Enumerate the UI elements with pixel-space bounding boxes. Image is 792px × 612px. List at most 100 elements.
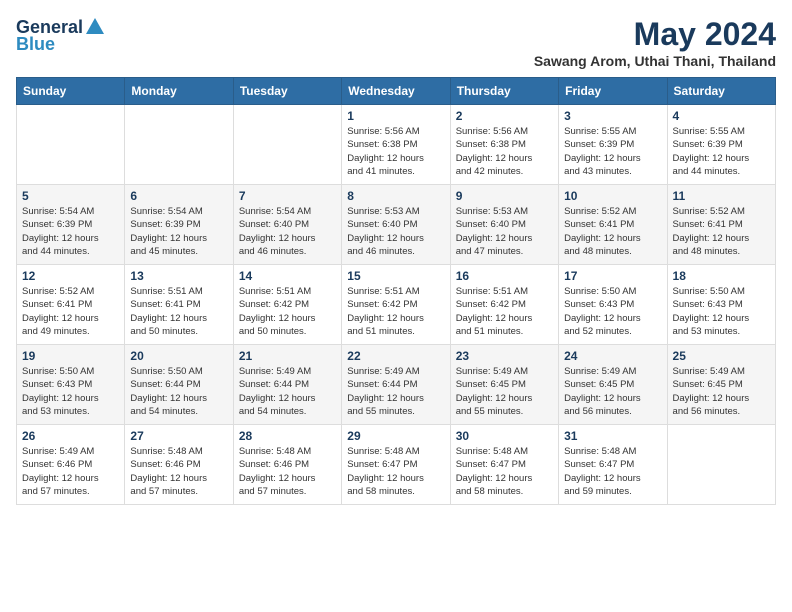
logo-icon	[84, 16, 106, 38]
day-info: Sunrise: 5:54 AMSunset: 6:39 PMDaylight:…	[22, 205, 119, 258]
day-number: 4	[673, 109, 770, 123]
col-friday: Friday	[559, 78, 667, 105]
day-number: 17	[564, 269, 661, 283]
page-header: General Blue May 2024 Sawang Arom, Uthai…	[16, 16, 776, 69]
day-info: Sunrise: 5:50 AMSunset: 6:43 PMDaylight:…	[673, 285, 770, 338]
day-info: Sunrise: 5:48 AMSunset: 6:47 PMDaylight:…	[347, 445, 444, 498]
col-tuesday: Tuesday	[233, 78, 341, 105]
day-number: 25	[673, 349, 770, 363]
calendar-cell: 22 Sunrise: 5:49 AMSunset: 6:44 PMDayligh…	[342, 345, 450, 425]
calendar-cell	[125, 105, 233, 185]
day-number: 10	[564, 189, 661, 203]
day-info: Sunrise: 5:56 AMSunset: 6:38 PMDaylight:…	[456, 125, 553, 178]
day-info: Sunrise: 5:50 AMSunset: 6:43 PMDaylight:…	[22, 365, 119, 418]
calendar-cell: 4Sunrise: 5:55 AMSunset: 6:39 PMDaylight…	[667, 105, 775, 185]
day-number: 18	[673, 269, 770, 283]
day-info: Sunrise: 5:48 AMSunset: 6:47 PMDaylight:…	[456, 445, 553, 498]
week-row-4: 19 Sunrise: 5:50 AMSunset: 6:43 PMDayligh…	[17, 345, 776, 425]
day-info: Sunrise: 5:49 AMSunset: 6:45 PMDaylight:…	[456, 365, 553, 418]
day-info: Sunrise: 5:49 AMSunset: 6:45 PMDaylight:…	[673, 365, 770, 418]
day-info: Sunrise: 5:49 AMSunset: 6:44 PMDaylight:…	[239, 365, 336, 418]
calendar-table: Sunday Monday Tuesday Wednesday Thursday…	[16, 77, 776, 505]
day-number: 30	[456, 429, 553, 443]
day-info: Sunrise: 5:51 AMSunset: 6:41 PMDaylight:…	[130, 285, 227, 338]
day-info: Sunrise: 5:54 AMSunset: 6:40 PMDaylight:…	[239, 205, 336, 258]
calendar-cell: 1Sunrise: 5:56 AMSunset: 6:38 PMDaylight…	[342, 105, 450, 185]
calendar-cell: 26 Sunrise: 5:49 AMSunset: 6:46 PMDayligh…	[17, 425, 125, 505]
day-info: Sunrise: 5:56 AMSunset: 6:38 PMDaylight:…	[347, 125, 444, 178]
day-number: 12	[22, 269, 119, 283]
calendar-cell: 17 Sunrise: 5:50 AMSunset: 6:43 PMDayligh…	[559, 265, 667, 345]
day-info: Sunrise: 5:52 AMSunset: 6:41 PMDaylight:…	[564, 205, 661, 258]
calendar-cell: 24Sunrise: 5:49 AMSunset: 6:45 PMDayligh…	[559, 345, 667, 425]
location-subtitle: Sawang Arom, Uthai Thani, Thailand	[534, 53, 776, 69]
col-saturday: Saturday	[667, 78, 775, 105]
week-row-1: 1Sunrise: 5:56 AMSunset: 6:38 PMDaylight…	[17, 105, 776, 185]
day-info: Sunrise: 5:48 AMSunset: 6:47 PMDaylight:…	[564, 445, 661, 498]
calendar-cell: 28Sunrise: 5:48 AMSunset: 6:46 PMDayligh…	[233, 425, 341, 505]
calendar-cell: 16 Sunrise: 5:51 AMSunset: 6:42 PMDayligh…	[450, 265, 558, 345]
day-number: 13	[130, 269, 227, 283]
calendar-cell	[667, 425, 775, 505]
day-info: Sunrise: 5:51 AMSunset: 6:42 PMDaylight:…	[239, 285, 336, 338]
calendar-cell: 15 Sunrise: 5:51 AMSunset: 6:42 PMDayligh…	[342, 265, 450, 345]
calendar-cell: 31 Sunrise: 5:48 AMSunset: 6:47 PMDayligh…	[559, 425, 667, 505]
day-number: 22	[347, 349, 444, 363]
day-info: Sunrise: 5:55 AMSunset: 6:39 PMDaylight:…	[564, 125, 661, 178]
calendar-cell: 14 Sunrise: 5:51 AMSunset: 6:42 PMDayligh…	[233, 265, 341, 345]
day-info: Sunrise: 5:48 AMSunset: 6:46 PMDaylight:…	[130, 445, 227, 498]
day-number: 20	[130, 349, 227, 363]
day-number: 7	[239, 189, 336, 203]
calendar-cell: 7 Sunrise: 5:54 AMSunset: 6:40 PMDaylight…	[233, 185, 341, 265]
day-number: 23	[456, 349, 553, 363]
calendar-cell	[233, 105, 341, 185]
day-number: 16	[456, 269, 553, 283]
day-number: 19	[22, 349, 119, 363]
day-info: Sunrise: 5:49 AMSunset: 6:46 PMDaylight:…	[22, 445, 119, 498]
calendar-cell: 10 Sunrise: 5:52 AMSunset: 6:41 PMDayligh…	[559, 185, 667, 265]
day-number: 14	[239, 269, 336, 283]
calendar-cell: 29 Sunrise: 5:48 AMSunset: 6:47 PMDayligh…	[342, 425, 450, 505]
day-number: 27	[130, 429, 227, 443]
day-number: 8	[347, 189, 444, 203]
day-info: Sunrise: 5:51 AMSunset: 6:42 PMDaylight:…	[456, 285, 553, 338]
calendar-cell: 27 Sunrise: 5:48 AMSunset: 6:46 PMDayligh…	[125, 425, 233, 505]
calendar-cell: 20 Sunrise: 5:50 AMSunset: 6:44 PMDayligh…	[125, 345, 233, 425]
day-info: Sunrise: 5:49 AMSunset: 6:44 PMDaylight:…	[347, 365, 444, 418]
day-number: 29	[347, 429, 444, 443]
day-info: Sunrise: 5:49 AMSunset: 6:45 PMDaylight:…	[564, 365, 661, 418]
day-info: Sunrise: 5:53 AMSunset: 6:40 PMDaylight:…	[347, 205, 444, 258]
day-info: Sunrise: 5:50 AMSunset: 6:44 PMDaylight:…	[130, 365, 227, 418]
calendar-cell: 8 Sunrise: 5:53 AMSunset: 6:40 PMDaylight…	[342, 185, 450, 265]
day-info: Sunrise: 5:48 AMSunset: 6:46 PMDaylight:…	[239, 445, 336, 498]
calendar-cell: 12 Sunrise: 5:52 AMSunset: 6:41 PMDayligh…	[17, 265, 125, 345]
day-number: 21	[239, 349, 336, 363]
day-number: 31	[564, 429, 661, 443]
day-info: Sunrise: 5:53 AMSunset: 6:40 PMDaylight:…	[456, 205, 553, 258]
calendar-cell: 2Sunrise: 5:56 AMSunset: 6:38 PMDaylight…	[450, 105, 558, 185]
calendar-cell: 19 Sunrise: 5:50 AMSunset: 6:43 PMDayligh…	[17, 345, 125, 425]
calendar-cell: 13 Sunrise: 5:51 AMSunset: 6:41 PMDayligh…	[125, 265, 233, 345]
week-row-5: 26 Sunrise: 5:49 AMSunset: 6:46 PMDayligh…	[17, 425, 776, 505]
day-info: Sunrise: 5:52 AMSunset: 6:41 PMDaylight:…	[673, 205, 770, 258]
calendar-cell	[17, 105, 125, 185]
col-sunday: Sunday	[17, 78, 125, 105]
day-number: 15	[347, 269, 444, 283]
calendar-cell: 23 Sunrise: 5:49 AMSunset: 6:45 PMDayligh…	[450, 345, 558, 425]
col-thursday: Thursday	[450, 78, 558, 105]
day-info: Sunrise: 5:52 AMSunset: 6:41 PMDaylight:…	[22, 285, 119, 338]
calendar-cell: 21 Sunrise: 5:49 AMSunset: 6:44 PMDayligh…	[233, 345, 341, 425]
day-number: 6	[130, 189, 227, 203]
logo-blue: Blue	[16, 34, 55, 55]
col-monday: Monday	[125, 78, 233, 105]
calendar-cell: 30 Sunrise: 5:48 AMSunset: 6:47 PMDayligh…	[450, 425, 558, 505]
calendar-cell: 3Sunrise: 5:55 AMSunset: 6:39 PMDaylight…	[559, 105, 667, 185]
day-number: 26	[22, 429, 119, 443]
day-info: Sunrise: 5:51 AMSunset: 6:42 PMDaylight:…	[347, 285, 444, 338]
col-wednesday: Wednesday	[342, 78, 450, 105]
calendar-cell: 18 Sunrise: 5:50 AMSunset: 6:43 PMDayligh…	[667, 265, 775, 345]
calendar-cell: 11Sunrise: 5:52 AMSunset: 6:41 PMDayligh…	[667, 185, 775, 265]
day-info: Sunrise: 5:50 AMSunset: 6:43 PMDaylight:…	[564, 285, 661, 338]
title-section: May 2024 Sawang Arom, Uthai Thani, Thail…	[534, 16, 776, 69]
calendar-cell: 6Sunrise: 5:54 AMSunset: 6:39 PMDaylight…	[125, 185, 233, 265]
